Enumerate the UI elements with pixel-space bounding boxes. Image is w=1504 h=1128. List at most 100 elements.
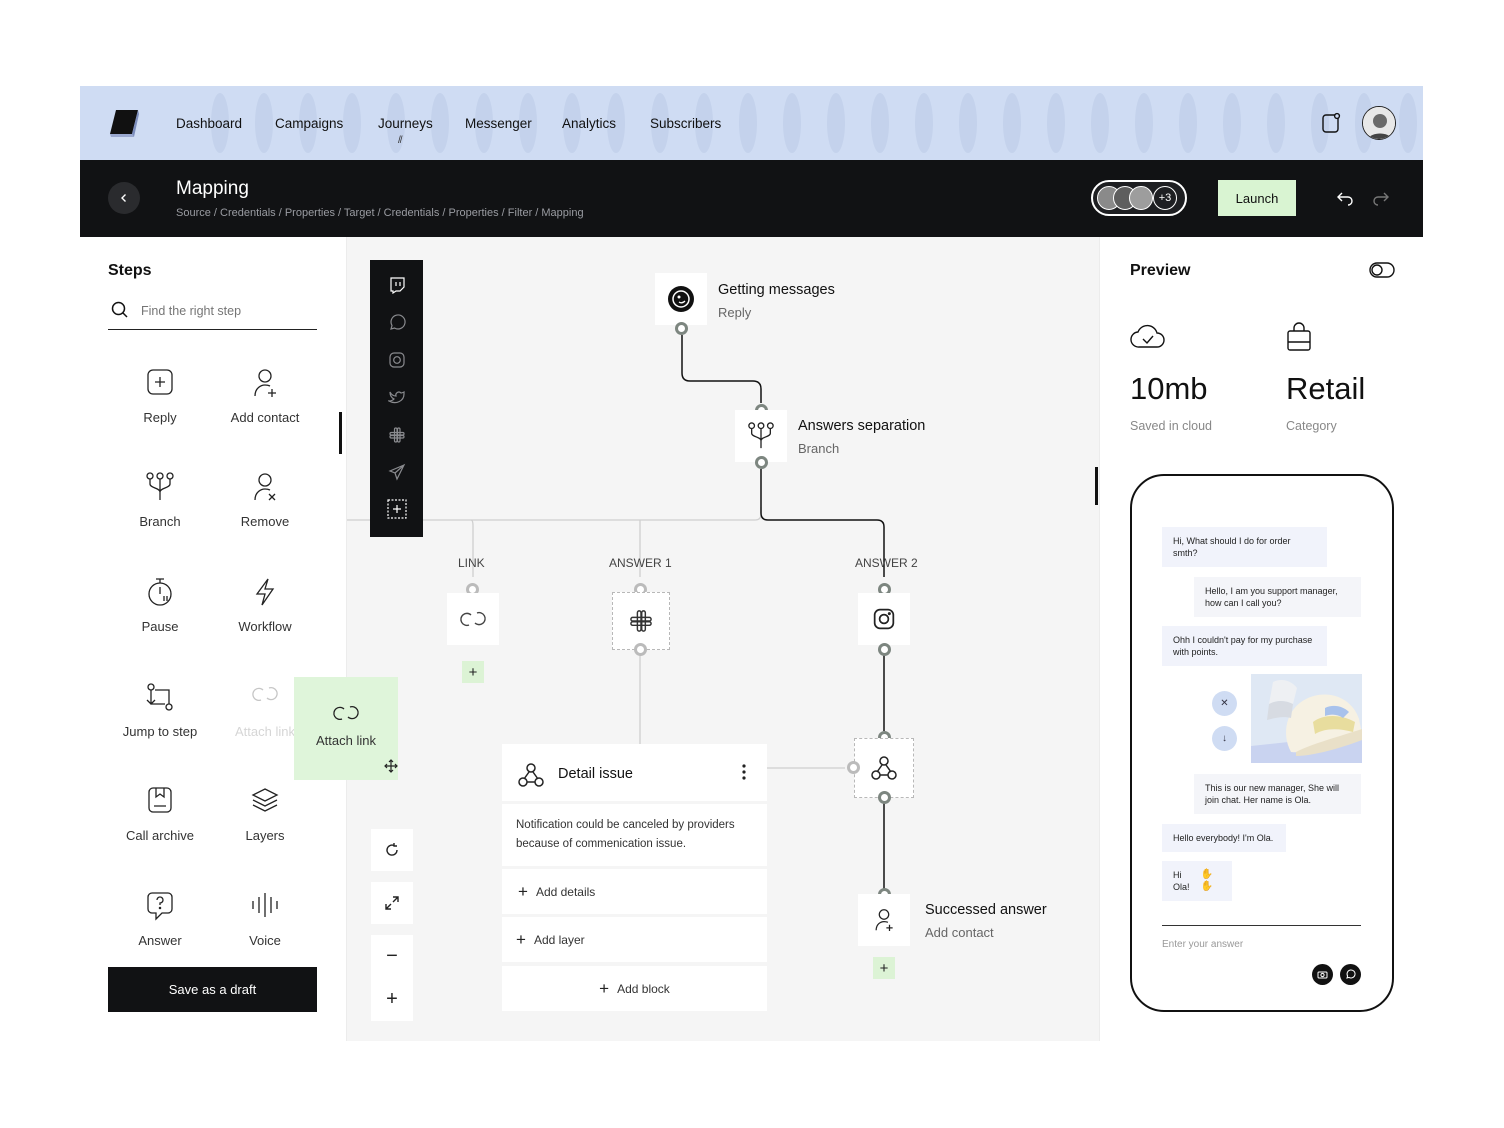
node-port[interactable] xyxy=(755,456,768,469)
add-layer-button[interactable]: + Add layer xyxy=(502,917,767,962)
refresh-icon xyxy=(386,843,398,856)
node-successed-answer[interactable] xyxy=(858,894,910,946)
node-port[interactable] xyxy=(634,643,647,656)
step-label: Reply xyxy=(143,410,177,425)
plus-icon: + xyxy=(518,881,528,901)
add-step-button[interactable]: + xyxy=(873,957,895,979)
twitter-icon[interactable] xyxy=(386,386,407,407)
node-answer-1[interactable] xyxy=(612,592,670,650)
node-answers-separation[interactable] xyxy=(735,410,787,462)
detail-issue-card: Detail issue Notification could be cance… xyxy=(502,744,767,1019)
zoom-in-button[interactable]: + xyxy=(371,978,413,1021)
phone-notification-icon[interactable] xyxy=(1320,112,1342,134)
nav-pattern-shape xyxy=(1267,93,1285,153)
step-pause[interactable]: Pause xyxy=(108,562,212,662)
nav-messenger[interactable]: Messenger xyxy=(465,116,532,131)
move-icon[interactable] xyxy=(384,759,398,773)
nav-dashboard[interactable]: Dashboard xyxy=(176,116,242,131)
add-step-button[interactable]: + xyxy=(462,661,484,683)
node-port[interactable] xyxy=(675,322,688,335)
step-label: Branch xyxy=(139,514,181,529)
cube-logo[interactable] xyxy=(108,108,140,138)
step-answer[interactable]: Answer xyxy=(108,876,212,976)
nav-pattern-shape xyxy=(1179,93,1197,153)
reply-icon xyxy=(146,368,174,402)
nav-pattern-shape xyxy=(431,93,449,153)
team-avatars[interactable]: +3 xyxy=(1091,180,1187,216)
send-icon[interactable] xyxy=(386,461,407,482)
add-block-button[interactable]: + Add block xyxy=(502,966,767,1011)
input-divider xyxy=(1162,925,1361,926)
nav-analytics[interactable]: Analytics xyxy=(562,116,616,131)
camera-button[interactable] xyxy=(1312,964,1333,985)
dragging-attach-link[interactable]: Attach link xyxy=(294,677,398,780)
preview-panel: Preview 10mb Saved in cloud Retail Categ… xyxy=(1101,237,1423,1041)
node-link[interactable] xyxy=(447,593,499,645)
node-subtitle: Add contact xyxy=(925,925,994,940)
node-answer-2[interactable] xyxy=(858,593,910,645)
step-label: Remove xyxy=(240,514,290,529)
stat-value: 10mb xyxy=(1130,371,1208,406)
step-remove[interactable]: Remove xyxy=(213,457,317,557)
nav-pattern-shape xyxy=(1223,93,1241,153)
search-input[interactable] xyxy=(141,301,311,321)
back-button[interactable] xyxy=(108,182,140,214)
mailchimp-icon xyxy=(668,286,694,312)
node-getting-messages[interactable] xyxy=(655,273,707,325)
sneaker-image xyxy=(1251,674,1362,763)
canvas-scrollbar[interactable] xyxy=(1095,467,1098,505)
step-call-archive[interactable]: Call archive xyxy=(108,771,212,871)
preview-toggle[interactable] xyxy=(1369,262,1395,278)
breadcrumb[interactable]: Source / Credentials / Properties / Targ… xyxy=(176,207,584,219)
nav-journeys[interactable]: Journeys xyxy=(378,116,433,131)
nav-subscribers[interactable]: Subscribers xyxy=(650,116,721,131)
step-voice[interactable]: Voice xyxy=(213,876,317,976)
slack-icon[interactable] xyxy=(386,424,407,445)
download-icon[interactable]: ↓ xyxy=(1212,726,1237,751)
drag-card-label: Attach link xyxy=(316,733,376,748)
add-details-button[interactable]: + Add details xyxy=(502,869,767,914)
toggle-icon xyxy=(1369,262,1395,278)
detail-description: Notification could be canceled by provid… xyxy=(502,804,767,866)
flow-canvas[interactable]: Getting messages Reply Answers separatio… xyxy=(346,237,1100,1041)
chat-message: This is our new manager, She will join c… xyxy=(1194,774,1361,814)
node-port[interactable] xyxy=(878,791,891,804)
nav-pattern-shape xyxy=(343,93,361,153)
send-message-button[interactable] xyxy=(1340,964,1361,985)
node-webhook[interactable] xyxy=(854,738,914,798)
cloud-check-icon xyxy=(1130,322,1166,350)
step-reply[interactable]: Reply xyxy=(108,353,212,453)
link-icon xyxy=(460,611,486,627)
steps-title: Steps xyxy=(108,262,152,279)
phone-preview: Hi, What should I do for order smth? Hel… xyxy=(1130,474,1394,1012)
steps-scrollbar[interactable] xyxy=(339,412,342,454)
fullscreen-button[interactable] xyxy=(371,882,413,924)
step-layers[interactable]: Layers xyxy=(213,771,317,871)
launch-button[interactable]: Launch xyxy=(1218,180,1296,216)
refresh-button[interactable] xyxy=(371,829,413,871)
node-port[interactable] xyxy=(847,761,860,774)
node-port[interactable] xyxy=(878,643,891,656)
user-avatar[interactable] xyxy=(1362,106,1396,140)
step-jump[interactable]: Jump to step xyxy=(108,667,212,767)
step-workflow[interactable]: Workflow xyxy=(213,562,317,662)
redo-icon[interactable] xyxy=(1372,190,1390,206)
add-channel-icon[interactable] xyxy=(386,498,407,519)
step-branch[interactable]: Branch xyxy=(108,457,212,557)
twitch-icon[interactable] xyxy=(386,274,407,295)
detail-header[interactable]: Detail issue xyxy=(502,744,767,801)
save-draft-button[interactable]: Save as a draft xyxy=(108,967,317,1012)
stat-value: Retail xyxy=(1286,371,1366,406)
nav-pattern-shape xyxy=(739,93,757,153)
step-label: Answer xyxy=(138,933,182,948)
more-vertical-icon[interactable] xyxy=(742,764,746,780)
close-icon[interactable]: ✕ xyxy=(1212,691,1237,716)
nav-campaigns[interactable]: Campaigns xyxy=(275,116,343,131)
branch-icon xyxy=(145,472,175,506)
step-add-contact[interactable]: Add contact xyxy=(213,353,317,453)
undo-icon[interactable] xyxy=(1336,190,1354,206)
answer-input[interactable]: Enter your answer xyxy=(1162,939,1243,950)
whatsapp-icon[interactable] xyxy=(386,312,407,333)
instagram-icon[interactable] xyxy=(386,349,407,370)
zoom-out-button[interactable]: − xyxy=(371,935,413,978)
